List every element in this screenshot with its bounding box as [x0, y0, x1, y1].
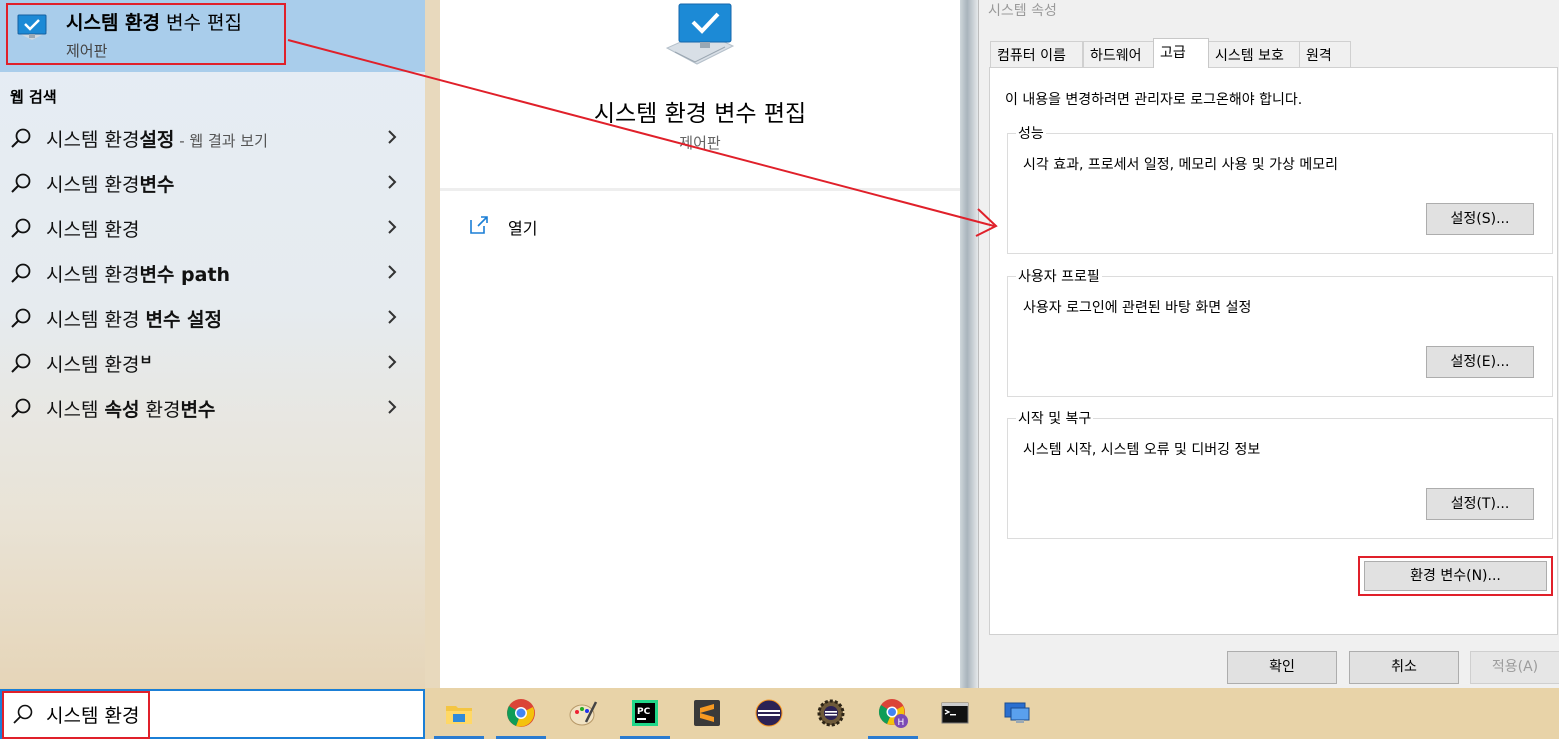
chevron-right-icon — [388, 355, 397, 369]
chevron-right-icon — [388, 220, 397, 234]
result-preview-pane: 시스템 환경 변수 편집 제어판 열기 — [440, 0, 960, 688]
remote-desktop-icon — [1004, 702, 1030, 723]
taskbar-app-sublime-text[interactable] — [682, 688, 732, 739]
search-icon — [11, 173, 31, 193]
taskbar-app-chrome[interactable] — [496, 688, 546, 739]
performance-group: 성능 시각 효과, 프로세서 일정, 메모리 사용 및 가상 메모리 설정(S)… — [1007, 123, 1553, 254]
taskbar-app-remote-desktop[interactable] — [992, 688, 1042, 739]
taskbar-app-eclipse-gear[interactable] — [806, 688, 856, 739]
taskbar-app-terminal[interactable] — [930, 688, 980, 739]
apply-button[interactable]: 적용(A) — [1470, 651, 1559, 684]
taskbar-app-pycharm[interactable]: PC — [620, 688, 670, 739]
terminal-icon — [941, 702, 969, 724]
red-highlight-box — [2, 691, 150, 739]
user-profiles-settings-button[interactable]: 설정(E)... — [1426, 346, 1534, 378]
tab-remote[interactable]: 원격 — [1299, 41, 1351, 67]
web-search-header: 웹 검색 — [10, 88, 57, 106]
web-suggestion-item[interactable]: 시스템 환경ㅂ — [0, 340, 425, 384]
group-description: 시스템 시작, 시스템 오류 및 디버깅 정보 — [1023, 442, 1261, 458]
red-highlight-box: 환경 변수(N)... — [1358, 556, 1553, 596]
file-explorer-icon — [446, 706, 472, 724]
suggestion-label: 시스템 환경 — [46, 219, 140, 241]
web-suggestion-item[interactable]: 시스템 환경 변수 설정 — [0, 295, 425, 339]
open-action[interactable]: 열기 — [468, 214, 668, 240]
system-properties-dialog: 시스템 속성 컴퓨터 이름 하드웨어 고급 시스템 보호 원격 이 내용을 변경… — [978, 0, 1559, 688]
eclipse-gear-icon — [817, 699, 845, 727]
suggestion-label: 시스템 환경 변수 설정 — [46, 309, 223, 331]
search-icon — [11, 218, 31, 238]
environment-variables-button[interactable]: 환경 변수(N)... — [1364, 561, 1547, 591]
search-icon — [11, 308, 31, 328]
dialog-title: 시스템 속성 — [988, 3, 1057, 19]
sublime-text-icon — [694, 700, 720, 726]
web-suggestion-item[interactable]: 시스템 환경설정 - 웹 결과 보기 — [0, 115, 425, 159]
svg-text:H: H — [898, 718, 905, 728]
chevron-right-icon — [388, 310, 397, 324]
cancel-button[interactable]: 취소 — [1349, 651, 1459, 684]
desktop-background-strip — [960, 0, 978, 688]
tab-computer-name[interactable]: 컴퓨터 이름 — [990, 41, 1083, 67]
web-suggestion-item[interactable]: 시스템 환경 — [0, 205, 425, 249]
tab-advanced[interactable]: 고급 — [1153, 38, 1209, 68]
suggestion-label: 시스템 속성 환경변수 — [46, 399, 216, 421]
taskbar: PC H — [0, 688, 1559, 739]
group-description: 시각 효과, 프로세서 일정, 메모리 사용 및 가상 메모리 — [1023, 157, 1338, 173]
eclipse-icon — [755, 699, 783, 727]
admin-note: 이 내용을 변경하려면 관리자로 로그온해야 합니다. — [1005, 92, 1303, 108]
web-suggestion-item[interactable]: 시스템 속성 환경변수 — [0, 385, 425, 429]
svg-text:PC: PC — [637, 707, 651, 717]
group-description: 사용자 로그인에 관련된 바탕 화면 설정 — [1023, 300, 1252, 316]
red-highlight-box — [6, 3, 286, 65]
group-title: 사용자 프로필 — [1016, 266, 1102, 286]
taskbar-search-box[interactable] — [0, 689, 425, 739]
best-match-result[interactable]: 시스템 환경 변수 편집 제어판 — [0, 0, 425, 72]
ok-button[interactable]: 확인 — [1227, 651, 1337, 684]
pycharm-icon: PC — [632, 700, 658, 726]
web-suggestion-item[interactable]: 시스템 환경변수 — [0, 160, 425, 204]
startup-recovery-settings-button[interactable]: 설정(T)... — [1426, 488, 1534, 520]
taskbar-app-eclipse[interactable] — [744, 688, 794, 739]
suggestion-label: 시스템 환경변수 — [46, 174, 175, 196]
chevron-right-icon — [388, 265, 397, 279]
group-title: 성능 — [1016, 123, 1046, 143]
chevron-right-icon — [388, 175, 397, 189]
chrome-icon — [507, 699, 535, 727]
divider — [440, 188, 960, 191]
suggestion-label: 시스템 환경설정 - 웹 결과 보기 — [46, 129, 268, 151]
chevron-right-icon — [388, 400, 397, 414]
startup-recovery-group: 시작 및 복구 시스템 시작, 시스템 오류 및 디버깅 정보 설정(T)... — [1007, 408, 1553, 539]
group-title: 시작 및 복구 — [1016, 408, 1094, 428]
suggestion-label: 시스템 환경변수 path — [46, 264, 231, 286]
search-results-pane: 시스템 환경 변수 편집 제어판 웹 검색 시스템 환경설정 - 웹 결과 보기… — [0, 0, 425, 688]
preview-title: 시스템 환경 변수 편집 — [593, 101, 807, 127]
performance-settings-button[interactable]: 설정(S)... — [1426, 203, 1534, 235]
search-icon — [11, 263, 31, 283]
chrome-profile-icon: H — [878, 699, 908, 728]
suggestion-label: 시스템 환경ㅂ — [46, 353, 153, 376]
taskbar-app-paint[interactable] — [558, 688, 608, 739]
open-external-icon — [470, 216, 488, 234]
tab-system-protection[interactable]: 시스템 보호 — [1208, 41, 1300, 67]
taskbar-app-file-explorer[interactable] — [434, 688, 484, 739]
paint-icon — [569, 701, 598, 726]
search-icon — [11, 353, 31, 373]
web-suggestion-item[interactable]: 시스템 환경변수 path — [0, 250, 425, 294]
search-icon — [11, 398, 31, 418]
search-icon — [11, 128, 31, 148]
chevron-right-icon — [388, 130, 397, 144]
tab-hardware[interactable]: 하드웨어 — [1083, 41, 1154, 67]
monitor-check-icon — [665, 3, 735, 65]
user-profiles-group: 사용자 프로필 사용자 로그인에 관련된 바탕 화면 설정 설정(E)... — [1007, 266, 1553, 397]
open-label: 열기 — [508, 219, 538, 238]
preview-subtitle: 제어판 — [679, 134, 721, 152]
taskbar-app-chrome-profile[interactable]: H — [868, 688, 918, 739]
